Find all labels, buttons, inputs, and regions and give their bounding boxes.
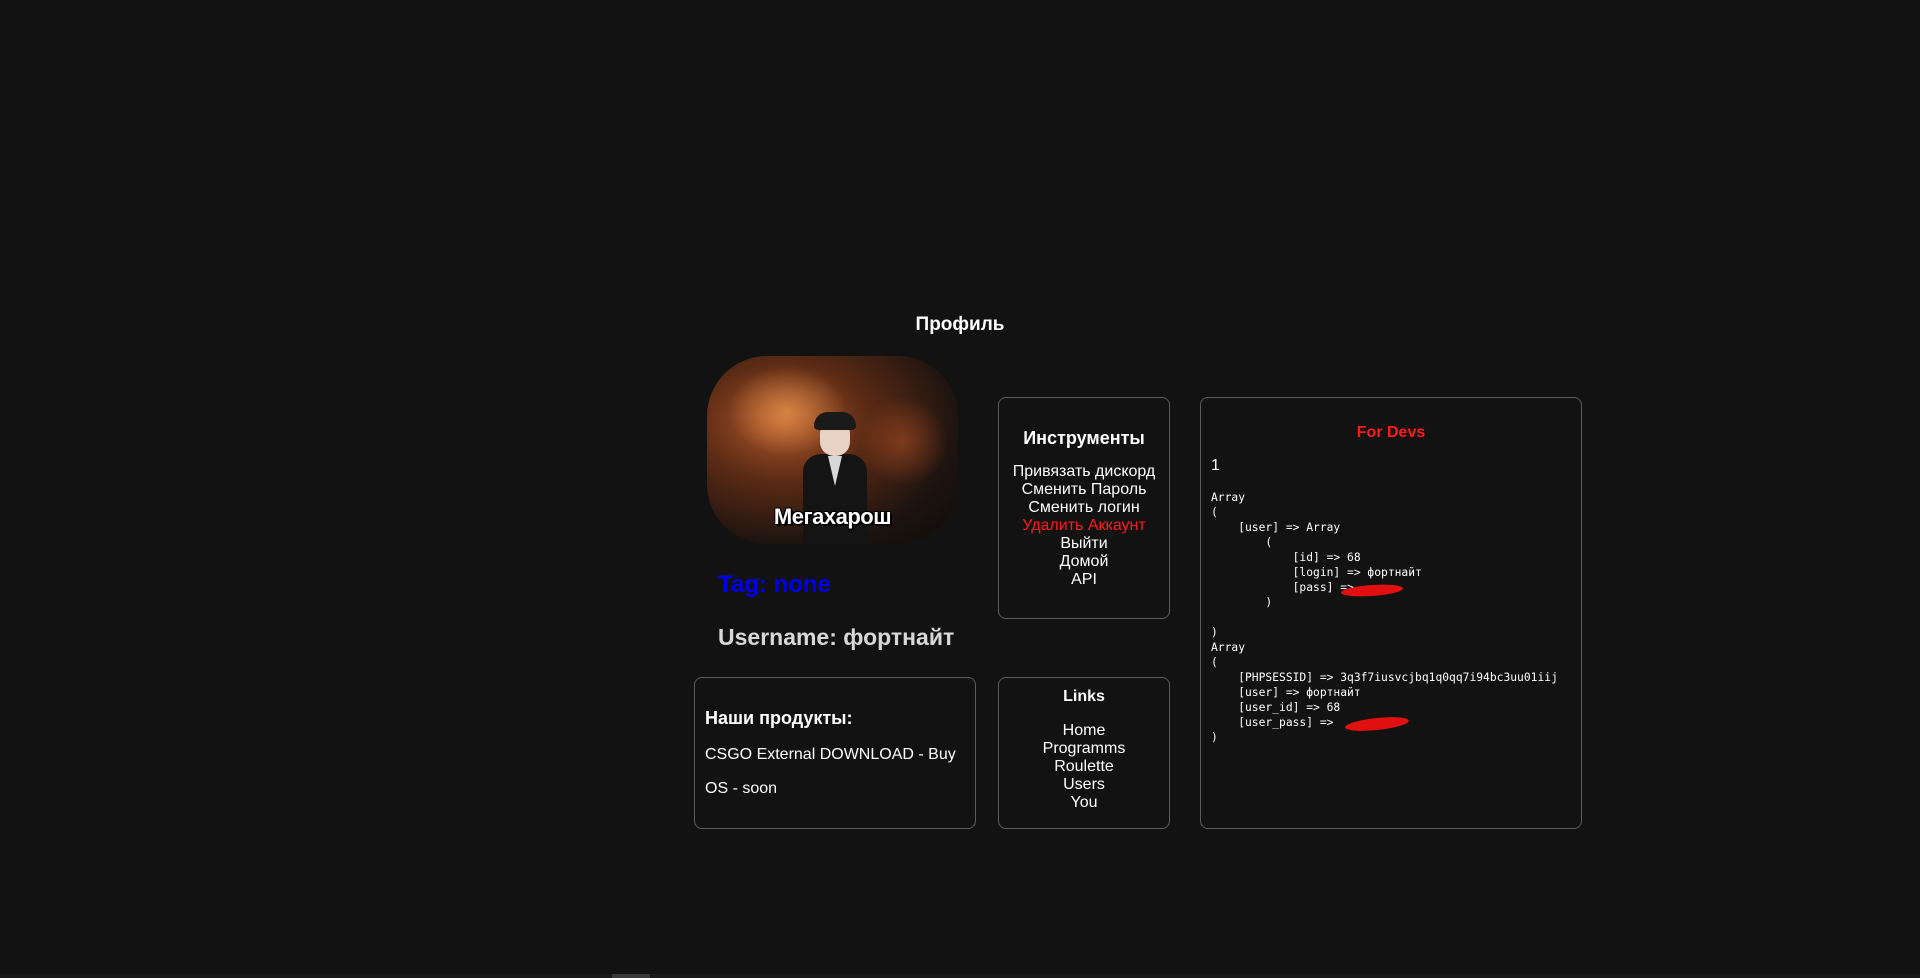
links-heading: Links [1063, 688, 1105, 705]
profile-page: Профиль Мегахарош Tag: none Username: фо… [0, 0, 1920, 978]
products-heading: Наши продукты: [705, 708, 853, 728]
link-users[interactable]: Users [999, 776, 1169, 794]
link-you[interactable]: You [999, 794, 1169, 812]
links-card: Links Home Programms Roulette Users You [998, 677, 1170, 829]
link-bind-discord[interactable]: Привязать дискорд [999, 463, 1169, 481]
avatar: Мегахарош [707, 356, 958, 544]
user-tag: Tag: none [718, 571, 831, 598]
link-delete-account[interactable]: Удалить Аккаунт [999, 517, 1169, 535]
devs-card: For Devs 1 Array ( [user] => Array ( [id… [1200, 397, 1582, 829]
tools-card: Инструменты Привязать дискорд Сменить Па… [998, 397, 1170, 619]
horizontal-scrollbar[interactable] [0, 974, 1920, 978]
link-change-password[interactable]: Сменить Пароль [999, 481, 1169, 499]
avatar-caption: Мегахарош [773, 504, 892, 529]
tools-heading: Инструменты [1023, 428, 1145, 448]
product-item: OS - soon [705, 780, 778, 797]
products-card: Наши продукты: CSGO External DOWNLOAD - … [694, 677, 976, 829]
link-programms[interactable]: Programms [999, 740, 1169, 758]
product-item[interactable]: CSGO External DOWNLOAD - Buy [705, 746, 956, 764]
session-dump: Array ( [user] => Array ( [id] => 68 [lo… [1211, 491, 1558, 744]
scrollbar-thumb[interactable] [612, 974, 650, 978]
link-home-ru[interactable]: Домой [999, 553, 1169, 571]
avatar-figure-cap [814, 412, 856, 430]
link-change-login[interactable]: Сменить логин [999, 499, 1169, 517]
link-logout[interactable]: Выйти [999, 535, 1169, 553]
avatar-glow-secondary [858, 396, 948, 486]
username-label: Username: фортнайт [718, 624, 955, 650]
devs-value: 1 [1211, 457, 1220, 474]
link-api[interactable]: API [999, 571, 1169, 589]
devs-heading: For Devs [1356, 424, 1426, 441]
link-home[interactable]: Home [999, 722, 1169, 740]
page-title: Профиль [915, 314, 1005, 335]
link-roulette[interactable]: Roulette [999, 758, 1169, 776]
